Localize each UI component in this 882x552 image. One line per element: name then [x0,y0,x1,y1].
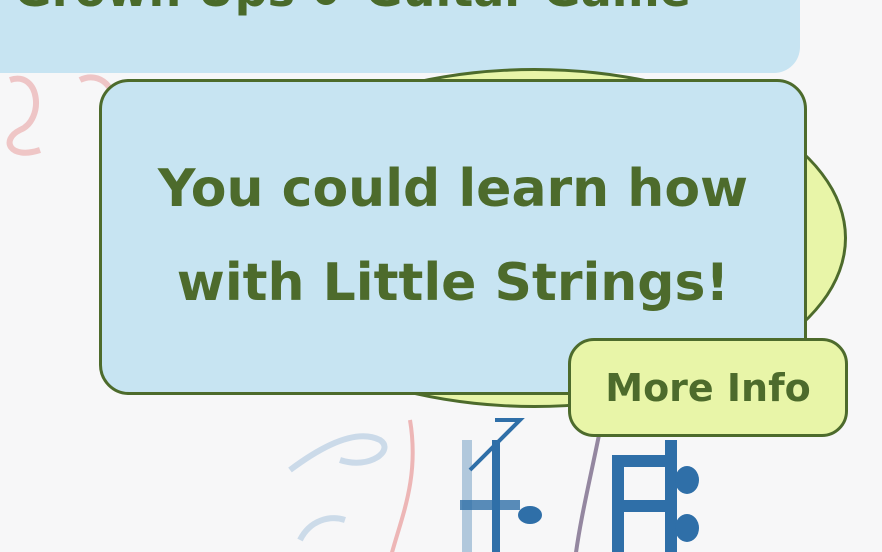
promo-text: You could learn how with Little Strings! [102,142,804,330]
promo-line-1: You could learn how [157,159,749,219]
promo-line-2: with Little Strings! [176,253,730,313]
more-info-button[interactable]: More Info [568,338,848,437]
music-note-icon [460,418,542,552]
title-right: Guitar Game [365,0,691,17]
curved-line-decoration [390,419,415,552]
curved-line-decoration [574,429,602,552]
title-left: Grown Ups [14,0,295,17]
treble-clef-icon [6,74,116,156]
treble-clef-icon [288,433,388,542]
music-note-icon [612,440,699,552]
page-title: Grown Ups Guitar Game [14,0,691,20]
guitar-icon [316,0,336,5]
